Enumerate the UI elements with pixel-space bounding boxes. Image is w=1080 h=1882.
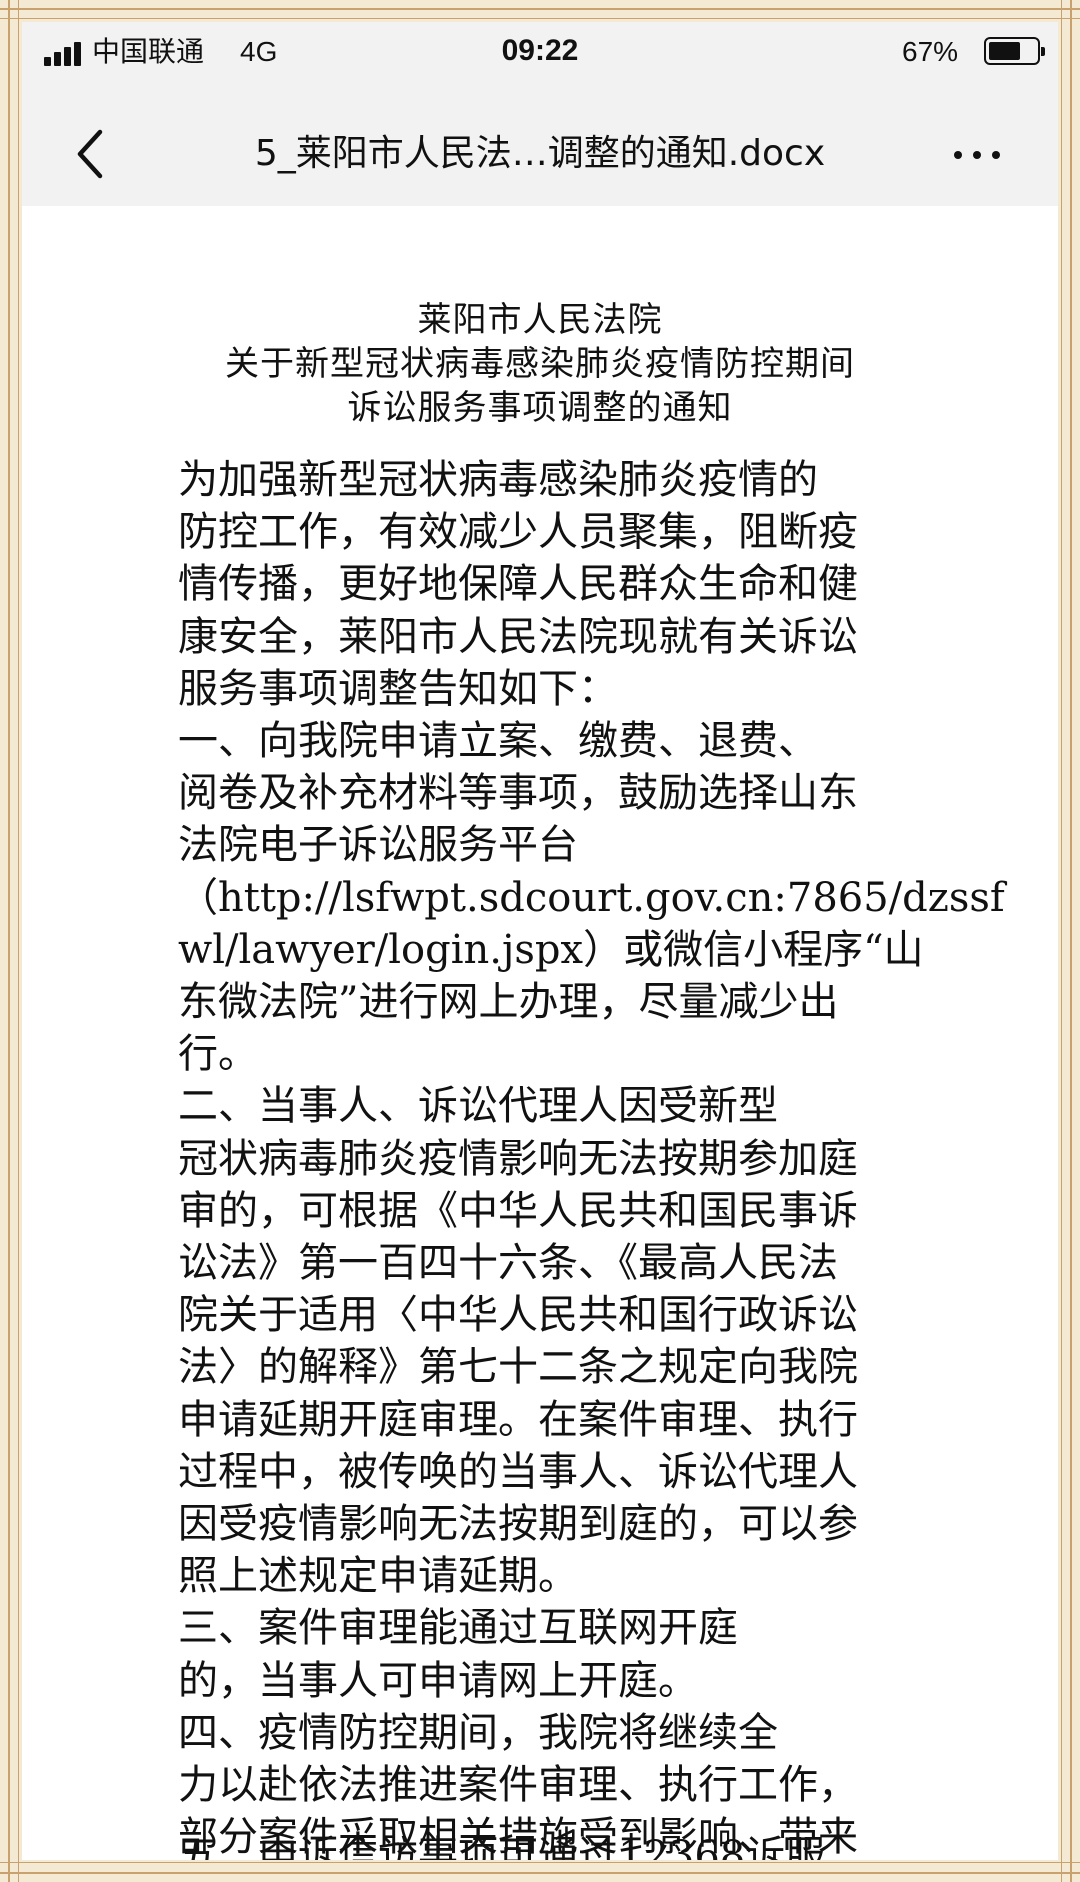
document-viewer[interactable]: 莱阳市人民法院 关于新型冠状病毒感染肺炎疫情防控期间 诉讼服务事项调整的通知 为… <box>22 206 1058 1860</box>
doc-body-line: 法院电子诉讼服务平台 <box>178 822 578 869</box>
doc-body-line: 阅卷及补充材料等事项，鼓励选择山东 <box>178 770 858 817</box>
frame-border <box>1070 0 1072 1882</box>
navigation-bar: 5_莱阳市人民法…调整的通知.docx <box>22 102 1058 206</box>
doc-body-line: 四、疫情防控期间，我院将继续全 <box>178 1709 778 1756</box>
back-button[interactable] <box>62 124 122 184</box>
frame-border <box>18 0 19 1882</box>
more-options-button[interactable] <box>942 132 1012 176</box>
doc-heading-line: 莱阳市人民法院 <box>417 300 663 340</box>
more-dots-icon <box>954 151 962 159</box>
status-bar: 中国联通 4G 09:22 67% <box>22 22 1058 102</box>
doc-body-line: 东微法院”进行网上办理，尽量减少出 <box>178 979 839 1025</box>
doc-body-line: 防控工作，有效减少人员聚集，阻断疫 <box>178 509 858 556</box>
document-title: 5_莱阳市人民法…调整的通知.docx <box>254 133 826 174</box>
doc-body-line: 二、当事人、诉讼代理人因受新型 <box>178 1083 778 1130</box>
doc-body-line: 院关于适用〈中华人民共和国行政诉讼 <box>178 1292 858 1339</box>
doc-body-line: （http://lsfwpt.sdcourt.gov.cn:7865/dzssf <box>178 874 1005 921</box>
doc-body-line: 法〉的解释》第七十二条之规定向我院 <box>178 1344 858 1391</box>
doc-body-line: 冠状病毒肺炎疫情影响无法按期参加庭 <box>178 1135 858 1182</box>
doc-body-line: wl/lawyer/login.jspx）或微信小程序“山 <box>178 926 924 973</box>
frame-border <box>8 0 10 1882</box>
frame-border <box>0 18 1080 19</box>
doc-body-line: 的，当事人可申请网上开庭。 <box>178 1657 698 1704</box>
battery-icon <box>984 37 1045 65</box>
doc-body-line: 三、案件审理能通过互联网开庭 <box>178 1605 738 1652</box>
phone-screen: 中国联通 4G 09:22 67% 5_莱阳市人民法…调整的通知.docx 莱阳… <box>22 22 1058 1860</box>
doc-body-line: 行。 <box>178 1031 258 1078</box>
doc-body-line: 审的，可根据《中华人民共和国民事诉 <box>178 1187 858 1234</box>
doc-body-line: 服务事项调整告知如下： <box>178 665 618 712</box>
frame-border <box>0 1862 1080 1863</box>
doc-body-line: 照上述规定申请延期。 <box>178 1553 578 1600</box>
doc-body-line: 因受疫情影响无法按期到庭的，可以参 <box>178 1501 858 1547</box>
battery-fill <box>989 42 1020 60</box>
doc-heading-line: 关于新型冠状病毒感染肺炎疫情防控期间 <box>225 344 855 384</box>
doc-body-line: 一、向我院申请立案、缴费、退费、 <box>178 718 818 764</box>
doc-heading-line: 诉讼服务事项调整的通知 <box>347 388 733 428</box>
doc-body-line: 申请延期开庭审理。在案件审理、执行 <box>178 1396 858 1443</box>
doc-body-line: 力以赴依法推进案件审理、执行工作， <box>178 1762 858 1808</box>
doc-body-line: 过程中，被传唤的当事人、诉讼代理人 <box>178 1448 858 1495</box>
frame-border <box>0 8 1080 10</box>
frame-border <box>1061 0 1062 1882</box>
doc-body-line: 讼法》第一百四十六条、《最高人民法 <box>178 1240 838 1286</box>
battery-percentage: 67% <box>902 36 959 67</box>
chevron-left-icon <box>77 129 103 179</box>
doc-body-line: 情传播，更好地保障人民群众生命和健 <box>178 561 858 608</box>
doc-body-line: 康安全，莱阳市人民法院现就有关诉讼 <box>178 613 858 660</box>
frame-border <box>0 1872 1080 1874</box>
doc-body-line: 为加强新型冠状病毒感染肺炎疫情的 <box>178 457 818 503</box>
doc-partial-line: 五、申诉信访事项可通过12368诉服 <box>178 1833 826 1860</box>
